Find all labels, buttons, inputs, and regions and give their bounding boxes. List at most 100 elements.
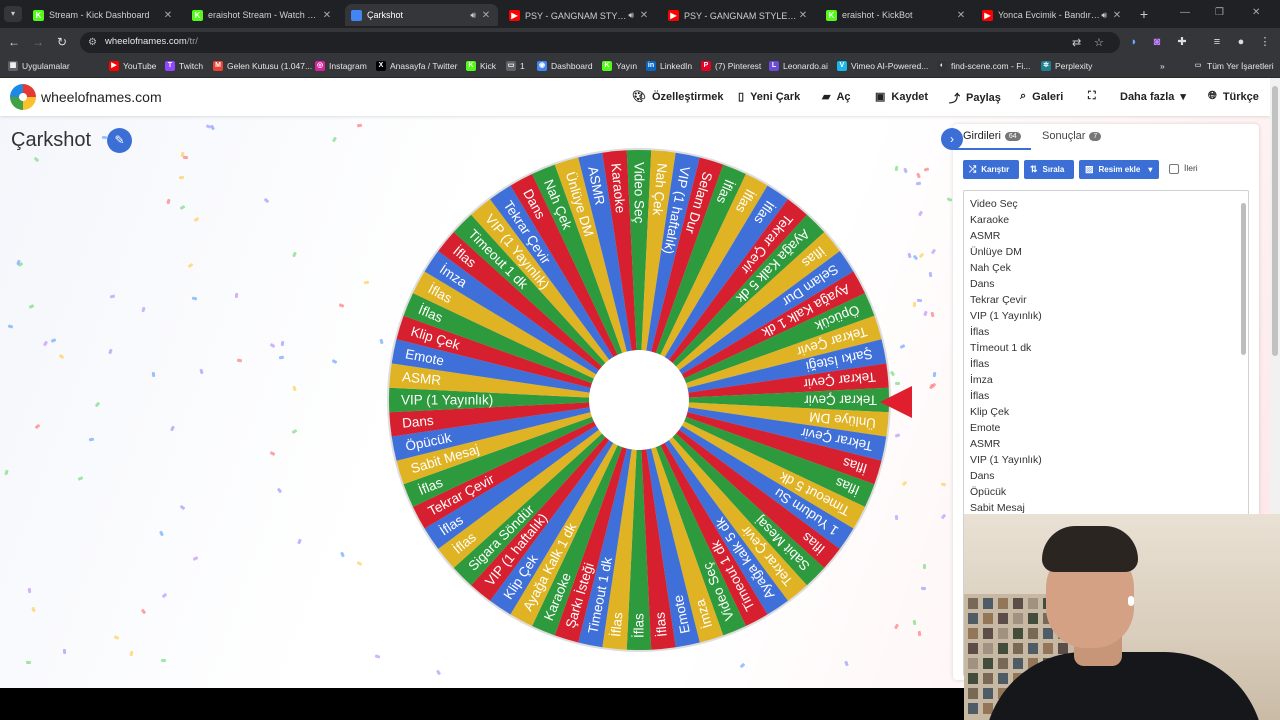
- confetti-piece: [899, 344, 906, 349]
- reload-icon[interactable]: ↻: [54, 34, 70, 50]
- media-controls-icon[interactable]: ≡: [1210, 35, 1224, 49]
- bookmark-item[interactable]: X Anasayfa / Twitter: [376, 61, 457, 71]
- extensions-puzzle-icon[interactable]: ✚: [1175, 35, 1189, 49]
- translate-icon[interactable]: ⇄: [1072, 36, 1081, 49]
- collapse-panel-button[interactable]: ›: [941, 128, 963, 150]
- bookmark-star-icon[interactable]: ☆: [1094, 36, 1104, 49]
- bookmark-item[interactable]: P (7) Pinterest: [701, 61, 761, 71]
- entry-line: Emote: [970, 422, 1001, 434]
- tab-audio-icon[interactable]: 🔊︎: [628, 10, 634, 21]
- bookmark-label: Kick: [480, 61, 497, 71]
- webcam-poster: [983, 658, 993, 669]
- gallery-button[interactable]: ⌕ Galeri: [1020, 90, 1063, 103]
- tab-close-icon[interactable]: ✕: [321, 10, 333, 21]
- wheel[interactable]: İflasİflasTimeout 1 dkŞarkı İsteğiKaraok…: [385, 146, 893, 654]
- bookmark-label: Yayın: [616, 61, 638, 71]
- close-window-icon[interactable]: ✕: [1252, 7, 1260, 18]
- browser-tab[interactable]: K Stream - Kick Dashboard ✕: [27, 4, 180, 26]
- new-tab-button[interactable]: +: [1136, 6, 1152, 22]
- minimize-icon[interactable]: —: [1180, 7, 1190, 18]
- entries-scroll-thumb[interactable]: [1241, 203, 1246, 355]
- url-bar[interactable]: ⚙ wheelofnames.com/tr/ ⇄ ☆: [80, 32, 1120, 53]
- back-icon[interactable]: ←: [6, 34, 22, 50]
- site-name[interactable]: wheelofnames.com: [41, 89, 162, 105]
- confetti-piece: [946, 197, 953, 202]
- new-wheel-button[interactable]: ▯ Yeni Çark: [738, 90, 800, 104]
- tab-close-icon[interactable]: ✕: [797, 10, 809, 21]
- page-scroll-thumb[interactable]: [1272, 86, 1278, 356]
- confetti-piece: [269, 450, 276, 457]
- url-host: wheelofnames.com: [105, 36, 187, 47]
- bookmark-label: Anasayfa / Twitter: [390, 61, 458, 71]
- webcam-poster: [983, 598, 993, 609]
- browser-tab[interactable]: ▶ PSY - GANGNAM STYLE(강남스🔊︎ ✕: [503, 4, 656, 26]
- webcam-overlay: [964, 514, 1280, 720]
- wheel-logo-icon[interactable]: [10, 84, 36, 110]
- bookmark-item[interactable]: ▦ Uygulamalar: [8, 61, 70, 71]
- bookmark-item[interactable]: ◐ find-scene.com - Fi...: [937, 61, 1030, 71]
- bookmark-item[interactable]: ◉ Dashboard: [537, 61, 593, 71]
- browser-tab[interactable]: ▶ Yonca Evcimik - Bandıra Bandıra🔊︎ ✕: [976, 4, 1129, 26]
- add-image-button[interactable]: ▨ Resim ekle ▾: [1079, 160, 1159, 179]
- webcam-poster: [1013, 643, 1023, 654]
- tab-search-icon[interactable]: ▾: [4, 6, 22, 22]
- tab-audio-icon[interactable]: 🔊︎: [1101, 10, 1107, 21]
- extension-wave-icon[interactable]: ◗: [1127, 35, 1141, 49]
- browser-tab[interactable]: Çarkshot 🔊︎ ✕: [345, 4, 498, 26]
- browser-tab[interactable]: Keraishot Stream - Watch Live on✕: [186, 4, 339, 26]
- profile-avatar-icon[interactable]: ●: [1234, 35, 1248, 49]
- tab-close-icon[interactable]: ✕: [955, 10, 967, 21]
- advanced-checkbox[interactable]: [1169, 164, 1179, 174]
- bookmark-item[interactable]: L Leonardo.ai: [769, 61, 828, 71]
- webcam-earphone: [1128, 596, 1134, 606]
- open-button[interactable]: ▰ Aç: [822, 90, 851, 104]
- site-info-icon[interactable]: ⚙: [88, 36, 101, 49]
- shuffle-button[interactable]: ⤮ Karıştır: [963, 160, 1019, 179]
- bookmark-item[interactable]: M Gelen Kutusu (1.047...: [213, 61, 312, 71]
- tab-audio-icon[interactable]: 🔊︎: [470, 10, 476, 21]
- tab-close-icon[interactable]: ✕: [480, 10, 492, 21]
- extension-twitch-icon[interactable]: ◙: [1150, 35, 1164, 49]
- forward-icon[interactable]: →: [30, 34, 46, 50]
- sort-button[interactable]: ⇅ Sırala: [1024, 160, 1074, 179]
- browser-menu-icon[interactable]: ⋮: [1258, 35, 1272, 49]
- confetti-piece: [192, 556, 199, 561]
- share-button[interactable]: ⤴ Paylaş: [949, 90, 1001, 106]
- tab-favicon-icon: K: [826, 9, 837, 21]
- bookmark-item[interactable]: K Yayın: [602, 61, 637, 71]
- bookmark-item[interactable]: ▭ 1: [506, 61, 525, 71]
- bookmarks-bar: ▦ Uygulamalar ▶ YouTube T Twitch M Gelen Kutusu…: [0, 56, 1280, 78]
- tab-entries[interactable]: Girdileri 64: [963, 130, 1021, 142]
- wheel-center-hub[interactable]: [589, 350, 689, 450]
- save-button[interactable]: ▣ Kaydet: [875, 90, 928, 104]
- entry-line: Nah Çek: [970, 262, 1011, 274]
- browser-tab[interactable]: Keraishot - KickBot ✕: [820, 4, 973, 26]
- bookmark-item[interactable]: T Twitch: [165, 61, 203, 71]
- confetti-piece: [28, 304, 35, 309]
- edit-title-button[interactable]: ✎: [107, 128, 132, 153]
- confetti-piece: [332, 136, 337, 143]
- entry-line: İflas: [970, 390, 990, 402]
- tab-close-icon[interactable]: ✕: [162, 10, 174, 21]
- confetti-piece: [179, 504, 186, 511]
- bookmark-label: Vimeo AI-Powered...: [851, 61, 929, 71]
- bookmark-favicon-icon: ◉: [537, 61, 547, 71]
- all-bookmarks-folder[interactable]: ▭ Tüm Yer İşaretleri: [1193, 61, 1274, 71]
- language-button[interactable]: 🌐︎ Türkçe: [1208, 90, 1259, 103]
- bookmark-item[interactable]: ◎ Instagram: [315, 61, 367, 71]
- wheel-segment-label: Video Seç: [632, 162, 647, 224]
- bookmark-item[interactable]: V Vimeo AI-Powered...: [837, 61, 928, 71]
- bookmark-item[interactable]: in LinkedIn: [646, 61, 692, 71]
- tab-close-icon[interactable]: ✕: [638, 10, 650, 21]
- bookmarks-overflow-icon[interactable]: »: [1160, 61, 1165, 71]
- bookmark-item[interactable]: ✲ Perplexity: [1041, 61, 1092, 71]
- fullscreen-button[interactable]: ⛶: [1088, 90, 1102, 103]
- more-menu-button[interactable]: Daha fazla ▾: [1120, 90, 1186, 104]
- tab-close-icon[interactable]: ✕: [1111, 10, 1123, 21]
- bookmark-item[interactable]: K Kick: [466, 61, 496, 71]
- customize-button[interactable]: 🎨︎ Özelleştirmek: [632, 90, 724, 104]
- tab-results[interactable]: Sonuçlar 7: [1042, 130, 1102, 142]
- bookmark-item[interactable]: ▶ YouTube: [109, 61, 156, 71]
- browser-tab[interactable]: ▶ PSY - GANGNAM STYLE(강남스✕: [662, 4, 815, 26]
- maximize-icon[interactable]: ❐: [1215, 7, 1224, 18]
